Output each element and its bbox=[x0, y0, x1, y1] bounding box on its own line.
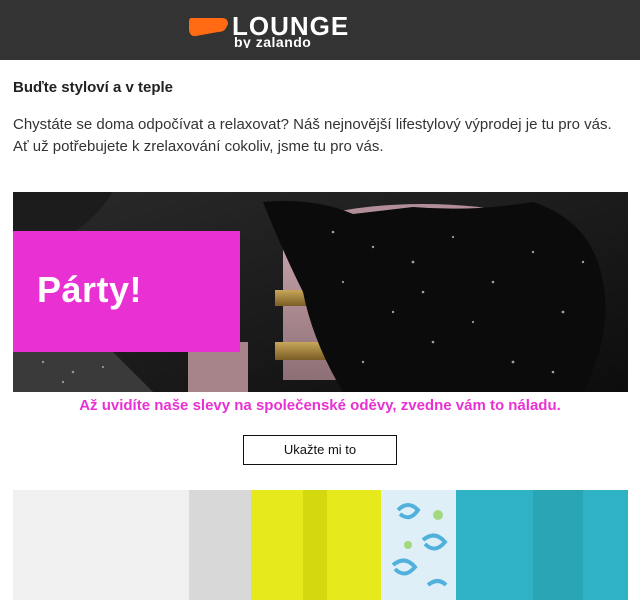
towels-photo bbox=[13, 490, 628, 600]
party-banner-image[interactable]: Párty! bbox=[13, 192, 628, 392]
show-me-button[interactable]: Ukažte mi to bbox=[243, 435, 397, 465]
promo-tagline: Až uvidíte naše slevy na společenské odě… bbox=[79, 397, 561, 414]
lounge-logo[interactable]: LOUNGE by zalando bbox=[188, 14, 450, 48]
logo-subtitle: by zalando bbox=[234, 34, 311, 48]
orange-swoosh-icon bbox=[189, 18, 228, 37]
towels-banner-image[interactable] bbox=[13, 490, 628, 600]
party-label-box: Párty! bbox=[13, 231, 240, 352]
party-label: Párty! bbox=[37, 269, 143, 310]
intro-paragraph: Chystáte se doma odpočívat a relaxovat? … bbox=[13, 116, 612, 155]
email-header: LOUNGE by zalando bbox=[0, 0, 640, 60]
intro-heading: Buďte styloví a v teple bbox=[13, 79, 173, 96]
